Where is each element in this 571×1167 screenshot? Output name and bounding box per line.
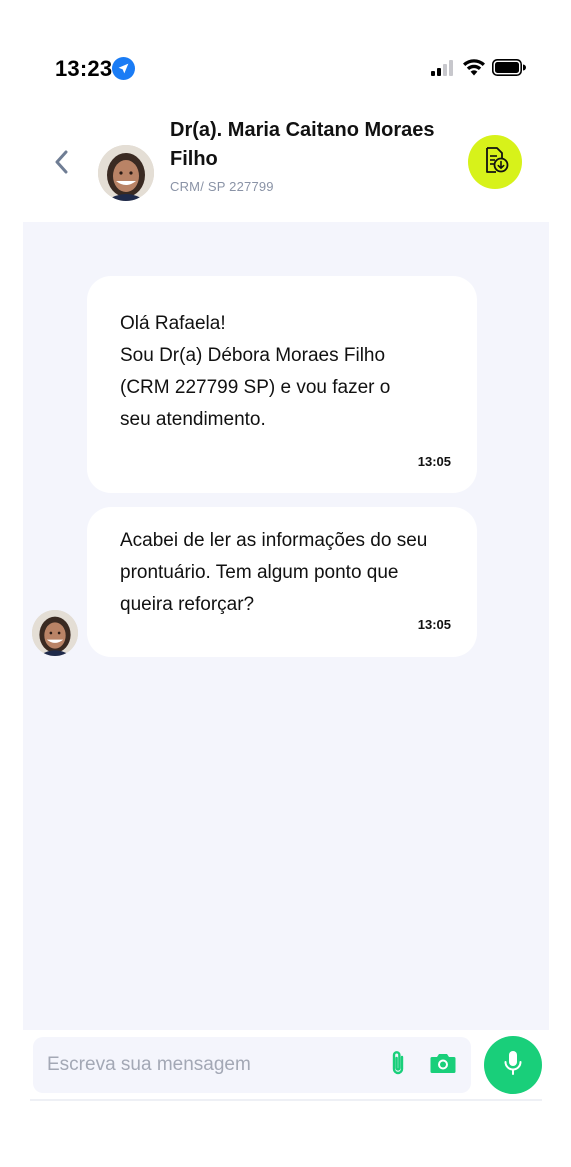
- chat-messages-area[interactable]: Olá Rafaela! Sou Dr(a) Débora Moraes Fil…: [23, 222, 549, 1030]
- document-download-icon: [480, 145, 510, 180]
- battery-icon: [492, 59, 526, 76]
- message-bubble: Olá Rafaela! Sou Dr(a) Débora Moraes Fil…: [87, 276, 477, 493]
- doctor-name: Dr(a). Maria Caitano Moraes Filho: [170, 119, 435, 170]
- sender-avatar: [32, 610, 78, 656]
- message-input-box: [33, 1037, 471, 1093]
- microphone-icon: [502, 1049, 524, 1082]
- doctor-crm: CRM/ SP 227799: [170, 179, 274, 194]
- message-time: 13:05: [417, 454, 451, 469]
- message-input[interactable]: [47, 1037, 377, 1093]
- chevron-left-icon: [54, 150, 68, 179]
- attach-button[interactable]: [387, 1049, 409, 1082]
- camera-button[interactable]: [429, 1052, 457, 1078]
- message-text: Acabei de ler as informações do seu pron…: [120, 530, 428, 615]
- cellular-signal-icon: [431, 60, 455, 76]
- microphone-button[interactable]: [484, 1036, 542, 1094]
- message-bubble: Acabei de ler as informações do seu pron…: [87, 507, 477, 657]
- message-composer: [0, 1030, 571, 1105]
- message-time: 13:05: [417, 617, 451, 632]
- status-time: 13:23: [55, 56, 113, 81]
- location-arrow-icon: [112, 57, 135, 80]
- chat-screen: 13:23 Dr(a). Maria Caitano Moraes Filho …: [0, 0, 571, 1167]
- wifi-icon: [462, 58, 486, 76]
- camera-icon: [429, 1051, 457, 1080]
- status-bar: 13:23: [0, 0, 571, 110]
- chat-header: Dr(a). Maria Caitano Moraes Filho CRM/ S…: [0, 110, 571, 222]
- divider: [30, 1099, 542, 1101]
- doctor-avatar: [98, 145, 154, 201]
- download-document-button[interactable]: [468, 135, 522, 189]
- message-text: Olá Rafaela! Sou Dr(a) Débora Moraes Fil…: [120, 313, 391, 430]
- back-button[interactable]: [50, 150, 72, 178]
- paperclip-icon: [389, 1049, 407, 1082]
